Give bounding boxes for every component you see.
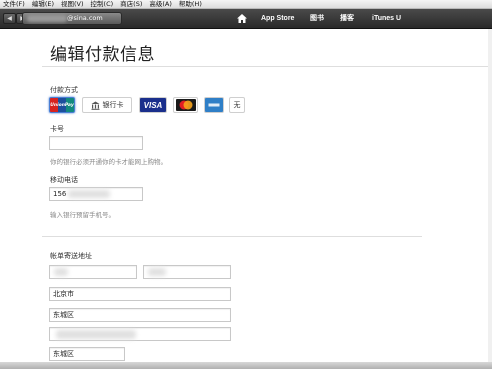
card-number-hint: 你的银行必须开通你的卡才能网上购物。 <box>50 158 167 166</box>
mobile-hint: 输入银行预留手机号。 <box>50 211 115 219</box>
back-button[interactable]: ◀ <box>3 13 16 24</box>
menu-file[interactable]: 文件(F) <box>0 0 29 9</box>
billing-address-label: 帐单寄送地址 <box>50 252 92 260</box>
menu-control[interactable]: 控制(C) <box>88 0 118 9</box>
page-title: 编辑付款信息 <box>50 45 155 65</box>
menu-view[interactable]: 视图(V) <box>58 0 88 9</box>
street-address-input[interactable] <box>49 327 231 341</box>
scrollbar[interactable] <box>488 29 492 369</box>
card-number-label: 卡号 <box>50 125 64 133</box>
amex-icon <box>207 100 221 110</box>
mobile-label: 移动电话 <box>50 176 78 184</box>
nav-app-store[interactable]: App Store <box>261 9 294 29</box>
nav-itunes-u[interactable]: iTunes U <box>372 9 401 29</box>
mobile-input[interactable]: 156 <box>49 187 143 201</box>
store-nav-bar: ◀ ▶ @sina.com App Store 图书 播客 iTunes U <box>0 9 492 29</box>
visa-logo: VISA <box>143 100 163 110</box>
section-divider <box>42 236 422 237</box>
district-input[interactable]: 东城区 <box>49 308 231 322</box>
amex-card-option[interactable] <box>204 97 224 113</box>
mobile-redacted <box>68 190 110 198</box>
first-name-redacted <box>148 268 166 276</box>
menu-store[interactable]: 商店(S) <box>117 0 146 9</box>
city-input[interactable]: 北京市 <box>49 287 231 301</box>
unionpay-card-option[interactable]: UnionPay <box>49 97 75 113</box>
no-card-label: 无 <box>233 101 241 109</box>
bank-icon <box>91 101 99 110</box>
street-address-redacted <box>56 330 136 339</box>
window-bottom-bar <box>0 362 492 369</box>
bank-card-option[interactable]: 银行卡 <box>82 97 132 113</box>
visa-card-option[interactable]: VISA <box>139 97 167 113</box>
menu-bar: 文件(F) 编辑(E) 视图(V) 控制(C) 商店(S) 高级(A) 帮助(H… <box>0 0 492 9</box>
account-email: @sina.com <box>67 14 103 22</box>
home-icon[interactable] <box>237 14 247 23</box>
last-name-input[interactable] <box>49 265 137 279</box>
menu-help[interactable]: 帮助(H) <box>176 0 206 9</box>
menu-edit[interactable]: 编辑(E) <box>29 0 58 9</box>
last-name-redacted <box>54 268 68 276</box>
title-divider <box>42 66 492 67</box>
first-name-input[interactable] <box>143 265 231 279</box>
nav-podcasts[interactable]: 播客 <box>340 9 354 29</box>
card-number-input[interactable] <box>49 136 143 150</box>
bank-card-label: 银行卡 <box>102 101 124 109</box>
account-name-redacted <box>27 15 67 22</box>
no-card-option[interactable]: 无 <box>229 97 245 113</box>
payment-method-label: 付款方式 <box>50 86 78 94</box>
account-button[interactable]: @sina.com <box>22 12 122 25</box>
mastercard-card-option[interactable] <box>173 97 198 113</box>
nav-books[interactable]: 图书 <box>310 9 324 29</box>
mastercard-icon <box>175 99 196 111</box>
mobile-value: 156 <box>53 190 67 198</box>
unionpay-logo: UnionPay <box>50 102 74 108</box>
menu-advanced[interactable]: 高级(A) <box>146 0 176 9</box>
district-select[interactable]: 东城区 <box>49 347 125 361</box>
